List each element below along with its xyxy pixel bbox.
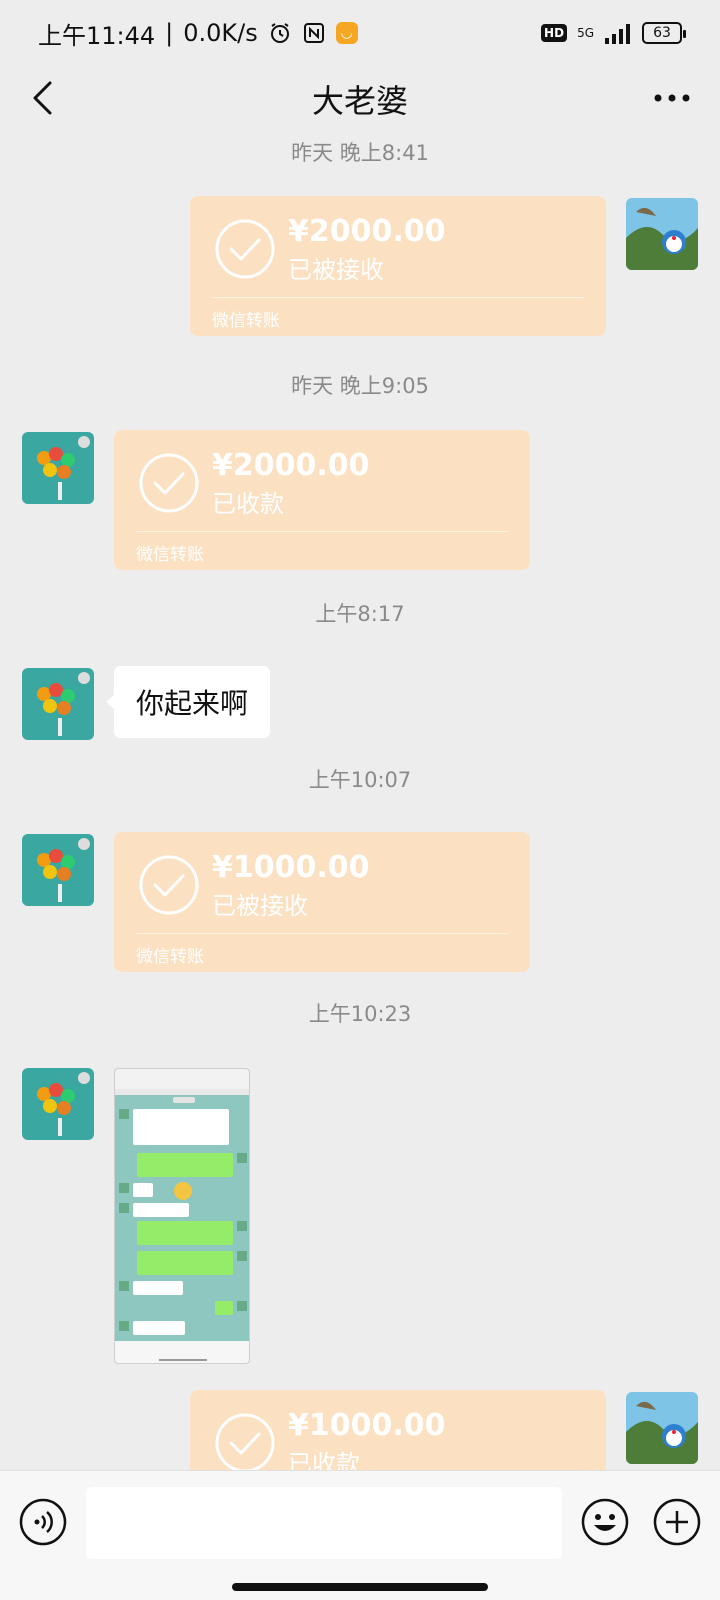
status-net-speed: 0.0K/s: [183, 19, 258, 47]
home-indicator[interactable]: [232, 1583, 488, 1591]
message-input[interactable]: [86, 1487, 562, 1559]
app-notification-icon: ◡: [335, 22, 358, 44]
my-avatar[interactable]: [626, 1392, 698, 1464]
check-circle-icon: [215, 219, 275, 279]
alarm-icon: [268, 21, 292, 45]
emoji-icon: [581, 1498, 629, 1546]
my-avatar[interactable]: [626, 198, 698, 270]
message-list[interactable]: 昨天 晚上8:41 ¥2000.00 已被接收 微信转账 昨天 晚上9:05 ¥…: [0, 132, 720, 1470]
message-text: 你起来啊: [136, 687, 249, 720]
contact-avatar[interactable]: [22, 668, 94, 740]
status-separator: |: [165, 19, 174, 47]
contact-avatar[interactable]: [22, 834, 94, 906]
chat-screenshot-image: [115, 1069, 249, 1363]
timestamp: 上午10:23: [308, 1002, 412, 1026]
transfer-footer: 微信转账: [136, 545, 204, 565]
chat-header: 大老婆: [0, 66, 720, 132]
hd-badge: HD: [541, 24, 568, 42]
check-circle-icon: [215, 1413, 275, 1470]
check-circle-icon: [139, 855, 199, 915]
voice-button[interactable]: [18, 1497, 68, 1547]
divider: [136, 933, 508, 934]
status-bar: 上午11:44 | 0.0K/s ◡ HD 5G 63: [0, 0, 720, 66]
more-dots-icon: [654, 94, 690, 102]
back-button[interactable]: [22, 78, 62, 118]
transfer-amount: ¥1000.00: [288, 1408, 446, 1443]
image-message-screenshot[interactable]: [114, 1068, 250, 1364]
check-circle-icon: [139, 453, 199, 513]
transfer-footer: 微信转账: [136, 947, 204, 967]
text-message-bubble[interactable]: 你起来啊: [105, 666, 271, 738]
transfer-card-sent[interactable]: ¥1000.00 已收款: [190, 1390, 606, 1470]
voice-icon: [19, 1498, 67, 1546]
transfer-card-received[interactable]: ¥2000.00 已收款 微信转账: [114, 430, 530, 570]
battery-indicator: 63: [642, 22, 686, 44]
timestamp: 上午8:17: [315, 602, 405, 626]
signal-icon: [604, 22, 632, 44]
timestamp: 昨天 晚上8:41: [291, 141, 429, 165]
transfer-status: 已收款: [288, 1450, 360, 1470]
transfer-status: 已被接收: [212, 892, 308, 920]
status-time: 上午11:44: [38, 21, 156, 50]
emoji-button[interactable]: [580, 1497, 630, 1547]
transfer-amount: ¥2000.00: [212, 448, 370, 483]
network-type: 5G: [577, 26, 594, 40]
transfer-status: 已被接收: [288, 256, 384, 284]
transfer-status: 已收款: [212, 490, 284, 518]
transfer-card-sent[interactable]: ¥2000.00 已被接收 微信转账: [190, 196, 606, 336]
divider: [136, 531, 508, 532]
input-toolbar: [0, 1470, 720, 1600]
back-arrow-icon: [33, 81, 52, 115]
more-actions-button[interactable]: [652, 1497, 702, 1547]
transfer-footer: 微信转账: [212, 311, 280, 331]
plus-icon: [653, 1498, 701, 1546]
timestamp: 上午10:07: [308, 768, 412, 792]
timestamp: 昨天 晚上9:05: [291, 374, 429, 398]
transfer-card-received[interactable]: ¥1000.00 已被接收 微信转账: [114, 832, 530, 972]
divider: [212, 297, 584, 298]
more-button[interactable]: [650, 78, 694, 118]
nfc-icon: [302, 21, 326, 45]
chat-title: 大老婆: [311, 82, 408, 120]
transfer-amount: ¥2000.00: [288, 214, 446, 249]
contact-avatar[interactable]: [22, 1068, 94, 1140]
contact-avatar[interactable]: [22, 432, 94, 504]
transfer-amount: ¥1000.00: [212, 850, 370, 885]
